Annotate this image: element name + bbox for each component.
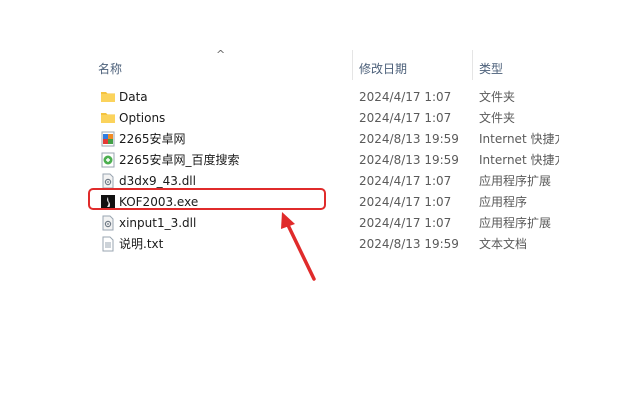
annotation-arrow-icon	[281, 212, 316, 281]
